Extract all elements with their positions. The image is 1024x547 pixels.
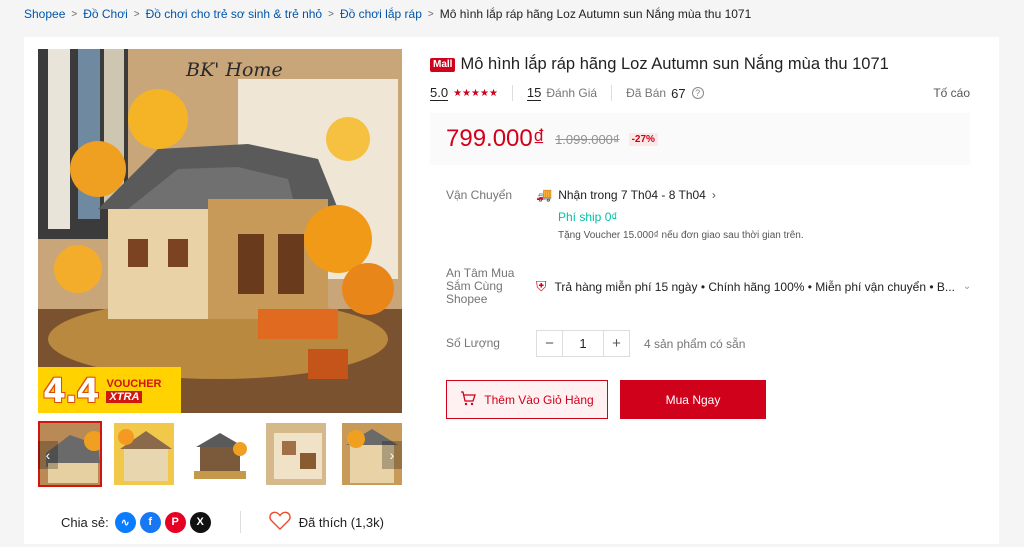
quantity-decrease-button[interactable]: − [536, 330, 563, 357]
original-price: 1.099.000₫ [555, 131, 620, 147]
shipping-label: Vận Chuyển [446, 188, 513, 202]
chevron-right-icon: > [71, 8, 78, 20]
quantity-label: Số Lượng [446, 336, 500, 350]
product-main-image[interactable]: BK' Home 4.4 VOUCHER XTRA [38, 49, 402, 413]
breadcrumb-item-building-toys[interactable]: Đồ chơi lắp ráp [340, 7, 422, 21]
heart-icon[interactable] [268, 511, 291, 533]
delivery-estimate[interactable]: 🚚 Nhận trong 7 Th04 - 8 Th04 › [536, 187, 804, 203]
voucher-xtra-label: XTRA [106, 390, 143, 403]
chevron-right-icon: > [133, 8, 140, 20]
thumbnail-next-button[interactable]: › [382, 441, 402, 469]
chevron-right-icon: > [427, 8, 434, 20]
title-row: Mall Mô hình lắp ráp hãng Loz Autumn sun… [430, 55, 970, 74]
product-title: Mô hình lắp ráp hãng Loz Autumn sun Nắng… [460, 55, 889, 73]
buy-now-button[interactable]: Mua Ngay [620, 380, 766, 419]
add-to-cart-button[interactable]: Thêm Vào Giỏ Hàng [446, 380, 608, 419]
breadcrumb: Shopee > Đồ Chơi > Đồ chơi cho trẻ sơ si… [24, 7, 751, 21]
assurance-text: Trả hàng miễn phí 15 ngày • Chính hãng 1… [554, 279, 955, 294]
chevron-right-icon: > [328, 8, 334, 20]
thumbnail-prev-button[interactable]: ‹ [38, 441, 58, 469]
shipping-fee: Phí ship 0₫ [558, 210, 618, 224]
messenger-icon[interactable]: ∿ [114, 511, 136, 533]
share-row: Chia sẻ: ∿ f P X Đã thích (1,3k) [61, 511, 384, 533]
product-card: BK' Home 4.4 VOUCHER XTRA ‹ › Chia sẻ: ∿… [24, 37, 999, 544]
voucher-label: VOUCHER [106, 377, 162, 390]
cart-icon [460, 390, 477, 409]
breadcrumb-item-shopee[interactable]: Shopee [24, 7, 65, 21]
breadcrumb-current: Mô hình lắp ráp hãng Loz Autumn sun Nắng… [439, 7, 752, 21]
voucher-number: 4.4 [43, 370, 99, 410]
product-stats: 5.0 ★★★★★ 15 Đánh Giá Đã Bán 67 ? Tố cáo [430, 85, 970, 101]
shipping-info: 🚚 Nhận trong 7 Th04 - 8 Th04 › Phí ship … [536, 187, 804, 241]
help-icon[interactable]: ? [691, 87, 704, 99]
star-rating-icon: ★★★★★ [453, 87, 498, 99]
thumbnail-strip: ‹ › [38, 421, 402, 489]
current-price: 799.000₫ [446, 125, 546, 152]
delivery-date: Nhận trong 7 Th04 - 8 Th04 [558, 188, 706, 202]
assurance-row[interactable]: ⛨ Trả hàng miễn phí 15 ngày • Chính hãng… [536, 278, 971, 295]
x-icon[interactable]: X [189, 511, 211, 533]
buy-now-label: Mua Ngay [665, 392, 721, 407]
breadcrumb-item-do-choi[interactable]: Đồ Chơi [83, 7, 128, 21]
sold-label: Đã Bán [626, 86, 667, 100]
image-brand-text: BK' Home [186, 59, 283, 81]
chevron-left-icon: ‹ [45, 447, 51, 463]
divider [239, 511, 241, 533]
likes-count: Đã thích (1,3k) [298, 514, 384, 530]
sold-count: 67 [671, 85, 686, 101]
thumbnail-4[interactable] [264, 421, 328, 487]
reviews-count[interactable]: 15 [526, 85, 542, 101]
assurance-label: An Tâm Mua Sắm Cùng Shopee [446, 266, 515, 306]
chevron-down-icon: ⌄ [962, 281, 972, 292]
add-to-cart-label: Thêm Vào Giỏ Hàng [484, 392, 594, 407]
thumbnail-3[interactable] [186, 421, 250, 487]
chevron-right-icon: › [389, 447, 395, 463]
breadcrumb-item-baby-toys[interactable]: Đồ chơi cho trẻ sơ sinh & trẻ nhỏ [146, 7, 322, 21]
discount-badge: -27% [628, 132, 658, 146]
lego-house-illustration [38, 49, 402, 413]
reviews-label: Đánh Giá [546, 86, 598, 100]
voucher-xtra-badge: 4.4 VOUCHER XTRA [38, 367, 181, 413]
shield-icon: ⛨ [536, 278, 547, 294]
pinterest-icon[interactable]: P [164, 511, 186, 533]
share-label: Chia sẻ: [61, 514, 109, 530]
mall-badge: Mall [430, 57, 456, 72]
quantity-increase-button[interactable]: + [603, 330, 630, 357]
truck-icon: 🚚 [536, 187, 553, 202]
facebook-icon[interactable]: f [139, 511, 161, 533]
thumbnail-2[interactable] [112, 421, 176, 487]
price-box: 799.000₫ 1.099.000₫ -27% [430, 113, 970, 165]
shipping-voucher-note: Tặng Voucher 15.000₫ nếu đơn giao sau th… [558, 230, 804, 241]
quantity-input[interactable]: 1 [563, 330, 603, 357]
report-link[interactable]: Tố cáo [933, 86, 970, 100]
quantity-stepper: − 1 + 4 sản phẩm có sẵn [536, 330, 745, 357]
rating-value[interactable]: 5.0 [430, 85, 449, 101]
chevron-right-icon: › [711, 188, 716, 202]
stock-available: 4 sản phẩm có sẵn [644, 336, 746, 351]
